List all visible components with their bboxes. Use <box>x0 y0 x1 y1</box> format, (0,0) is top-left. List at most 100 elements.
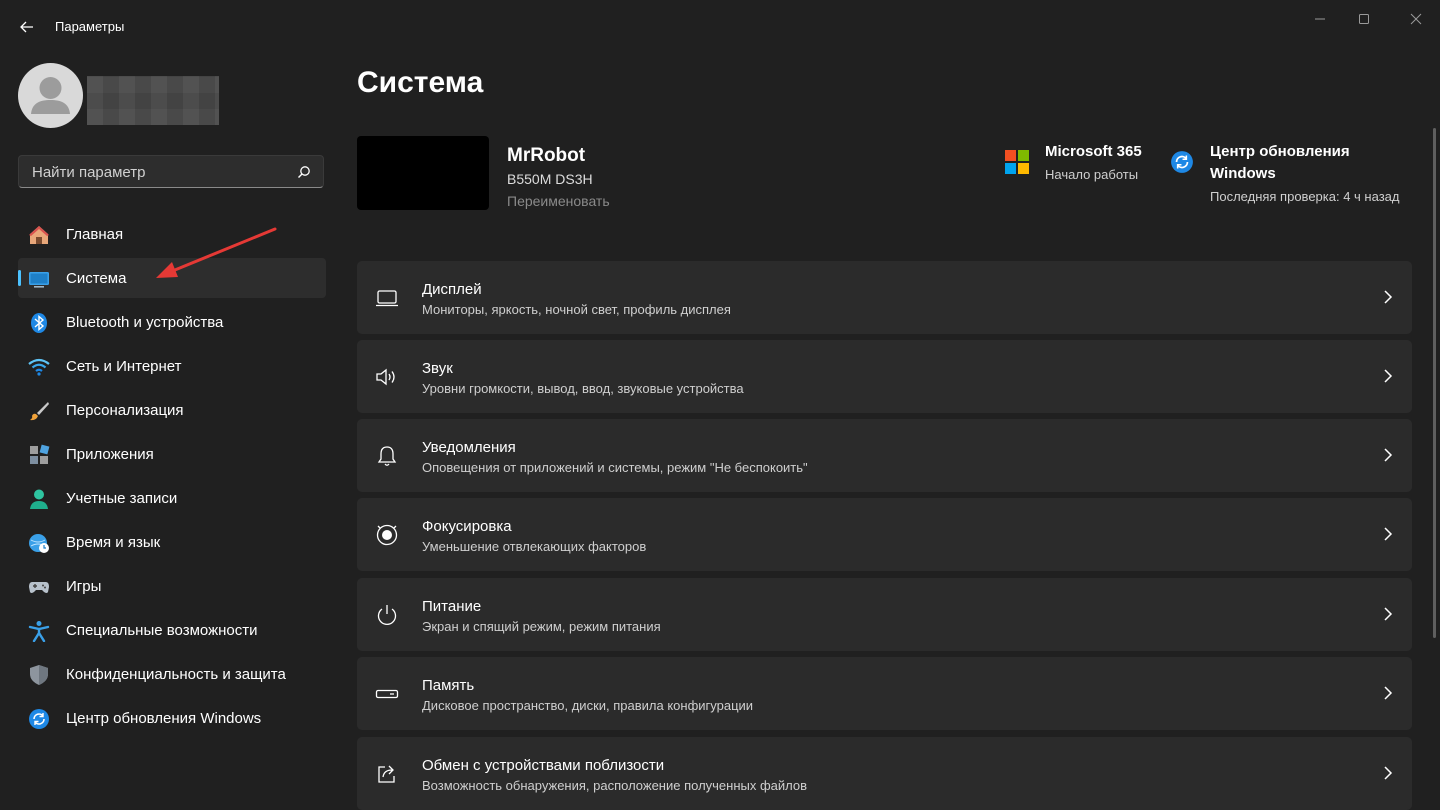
windows-update-icon <box>28 708 50 730</box>
avatar[interactable] <box>18 63 83 128</box>
title-bar: Параметры <box>0 0 1440 52</box>
minimize-button[interactable] <box>1300 6 1340 32</box>
card-subtitle: Оповещения от приложений и системы, режи… <box>422 460 808 475</box>
close-button[interactable] <box>1396 6 1436 32</box>
sidebar-item-privacy[interactable]: Конфиденциальность и защита <box>18 654 326 694</box>
chevron-right-icon <box>1384 527 1393 541</box>
card-title: Дисплей <box>422 281 482 298</box>
device-name: MrRobot <box>507 145 586 166</box>
sidebar-item-label: Конфиденциальность и защита <box>66 666 286 683</box>
card-sound[interactable]: Звук Уровни громкости, вывод, ввод, звук… <box>357 340 1412 413</box>
card-title: Питание <box>422 598 482 615</box>
microsoft-365-tile[interactable]: Microsoft 365 Начало работы <box>1005 141 1155 191</box>
card-subtitle: Уровни громкости, вывод, ввод, звуковые … <box>422 381 744 396</box>
user-icon <box>31 77 70 114</box>
card-title: Уведомления <box>422 439 516 456</box>
card-title: Память <box>422 677 475 694</box>
card-power[interactable]: Питание Экран и спящий режим, режим пита… <box>357 578 1412 651</box>
card-subtitle: Уменьшение отвлекающих факторов <box>422 539 647 554</box>
maximize-icon <box>1359 14 1369 24</box>
sidebar-item-label: Персонализация <box>66 402 184 419</box>
card-subtitle: Дисковое пространство, диски, правила ко… <box>422 698 754 713</box>
sidebar-item-accounts[interactable]: Учетные записи <box>18 478 326 518</box>
card-notifications[interactable]: Уведомления Оповещения от приложений и с… <box>357 419 1412 492</box>
sidebar-nav: Главная Система Bluetooth и устройства С… <box>18 214 326 742</box>
sidebar-item-label: Приложения <box>66 446 154 463</box>
sidebar-item-time-language[interactable]: Время и язык <box>18 522 326 562</box>
card-subtitle: Мониторы, яркость, ночной свет, профиль … <box>422 302 731 317</box>
chevron-right-icon <box>1384 686 1393 700</box>
card-title: Звук <box>422 360 453 377</box>
card-display[interactable]: Дисплей Мониторы, яркость, ночной свет, … <box>357 261 1412 334</box>
sidebar-item-apps[interactable]: Приложения <box>18 434 326 474</box>
microsoft-365-subtitle: Начало работы <box>1045 167 1139 182</box>
card-title: Обмен с устройствами поблизости <box>422 757 665 774</box>
speaker-icon <box>375 365 399 389</box>
sidebar-item-label: Учетные записи <box>66 490 178 507</box>
monitor-icon <box>28 268 50 290</box>
search-input[interactable] <box>30 156 294 189</box>
sidebar-item-label: Сеть и Интернет <box>66 358 182 375</box>
chevron-right-icon <box>1384 607 1393 621</box>
windows-update-tile[interactable]: Центр обновления Windows Последняя прове… <box>1170 141 1410 209</box>
sidebar-item-gaming[interactable]: Игры <box>18 566 326 606</box>
apps-icon <box>28 444 50 466</box>
windows-update-subtitle: Последняя проверка: 4 ч назад <box>1210 189 1400 204</box>
microsoft-365-title: Microsoft 365 <box>1045 143 1142 160</box>
card-storage[interactable]: Память Дисковое пространство, диски, пра… <box>357 657 1412 730</box>
sidebar-item-label: Время и язык <box>66 534 161 551</box>
sidebar-item-windows-update[interactable]: Центр обновления Windows <box>18 698 326 738</box>
maximize-button[interactable] <box>1344 6 1384 32</box>
back-button[interactable] <box>14 14 40 40</box>
device-model: B550M DS3H <box>507 171 593 187</box>
paintbrush-icon <box>28 400 50 422</box>
share-icon <box>375 762 399 786</box>
sidebar-item-label: Центр обновления Windows <box>66 710 262 727</box>
home-icon <box>28 224 50 246</box>
chevron-right-icon <box>1384 369 1393 383</box>
chevron-right-icon <box>1384 766 1393 780</box>
chevron-right-icon <box>1384 448 1393 462</box>
display-icon <box>375 286 399 310</box>
card-subtitle: Экран и спящий режим, режим питания <box>422 619 661 634</box>
account-icon <box>28 488 50 510</box>
bell-icon <box>375 444 399 468</box>
sidebar-item-label: Игры <box>66 578 102 595</box>
sidebar-item-bluetooth[interactable]: Bluetooth и устройства <box>18 302 326 342</box>
profile-name-blurred <box>87 76 219 125</box>
microsoft-logo-icon <box>1005 150 1029 174</box>
sidebar-item-system[interactable]: Система <box>18 258 326 298</box>
sidebar-item-label: Специальные возможности <box>66 622 258 639</box>
search-box[interactable] <box>18 155 324 189</box>
close-icon <box>1410 13 1422 25</box>
card-subtitle: Возможность обнаружения, расположение по… <box>422 778 808 793</box>
app-title: Параметры <box>55 19 125 34</box>
sidebar-item-network[interactable]: Сеть и Интернет <box>18 346 326 386</box>
rename-link[interactable]: Переименовать <box>507 193 610 209</box>
chevron-right-icon <box>1384 290 1393 304</box>
card-nearby-sharing[interactable]: Обмен с устройствами поблизости Возможно… <box>357 737 1412 810</box>
windows-update-icon <box>1171 151 1193 173</box>
shield-icon <box>28 664 50 686</box>
accessibility-icon <box>28 620 50 642</box>
back-arrow-icon <box>20 21 33 33</box>
windows-update-title-line2: Windows <box>1210 165 1276 182</box>
windows-update-title-line1: Центр обновления <box>1210 143 1350 160</box>
device-image <box>357 136 489 210</box>
minimize-icon <box>1315 18 1325 20</box>
gamepad-icon <box>28 576 50 598</box>
card-focus[interactable]: Фокусировка Уменьшение отвлекающих факто… <box>357 498 1412 571</box>
power-icon <box>375 603 399 627</box>
sidebar-item-home[interactable]: Главная <box>18 214 326 254</box>
wifi-icon <box>28 356 50 378</box>
sidebar-item-label: Bluetooth и устройства <box>66 314 224 331</box>
sidebar-item-label: Главная <box>66 226 124 243</box>
scrollbar[interactable] <box>1433 128 1436 638</box>
search-icon[interactable] <box>297 165 311 179</box>
sidebar-item-accessibility[interactable]: Специальные возможности <box>18 610 326 650</box>
card-title: Фокусировка <box>422 518 512 535</box>
sidebar-item-personalization[interactable]: Персонализация <box>18 390 326 430</box>
page-title: Система <box>357 66 484 99</box>
globe-clock-icon <box>28 532 50 554</box>
sidebar-item-label: Система <box>66 270 127 287</box>
